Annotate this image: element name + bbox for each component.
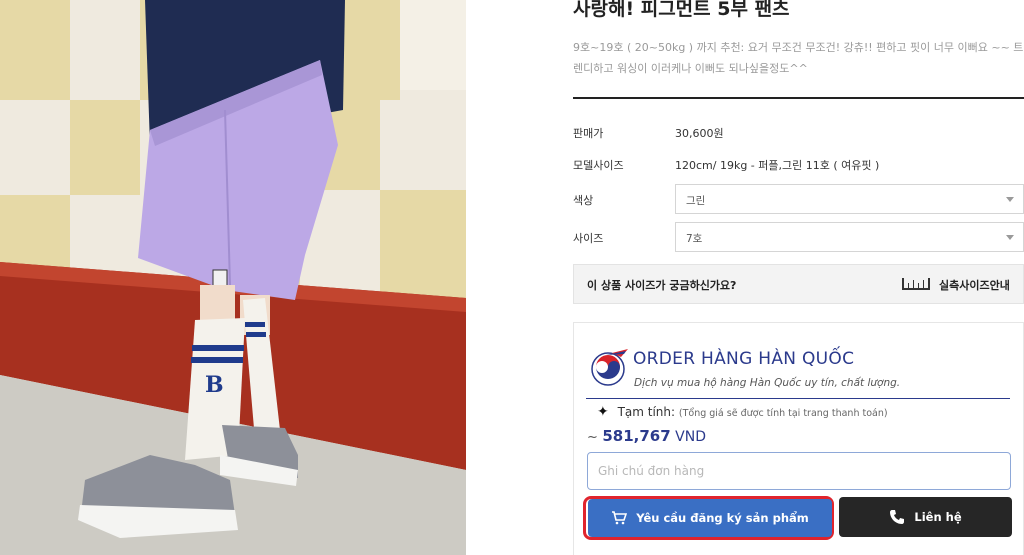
register-button-label: Yêu cầu đăng ký sản phẩm xyxy=(636,511,809,525)
size-label: 사이즈 xyxy=(573,232,604,245)
korea-order-logo xyxy=(591,349,628,386)
ruler-icon xyxy=(902,278,930,290)
contact-button[interactable]: Liên hệ xyxy=(839,497,1012,537)
chevron-down-icon xyxy=(1006,235,1014,240)
product-photo: B xyxy=(0,0,466,555)
chevron-down-icon xyxy=(1006,197,1014,202)
price-amount: 581,767 xyxy=(602,427,671,445)
size-guide-bar: 이 상품 사이즈가 궁금하신가요? 실측사이즈안내 xyxy=(573,264,1024,304)
order-subtitle: Dịch vụ mua hộ hàng Hàn Quốc uy tín, chấ… xyxy=(634,377,901,389)
price-prefix: ~ xyxy=(587,430,598,445)
price-currency: VND xyxy=(675,429,706,445)
product-detail-panel: 사랑해! 피그먼트 5부 팬츠 9호~19호 ( 20~50kg ) 까지 추천… xyxy=(573,0,1024,555)
order-note-input[interactable] xyxy=(587,452,1011,490)
register-product-button[interactable]: Yêu cầu đăng ký sản phẩm xyxy=(588,499,832,537)
estimate-row: ✦ Tạm tính: (Tổng giá sẽ được tính tại t… xyxy=(597,404,888,420)
order-divider xyxy=(586,398,1010,399)
order-widget: ORDER HÀNG HÀN QUỐC Dịch vụ mua hộ hàng … xyxy=(573,322,1024,555)
estimate-note: (Tổng giá sẽ được tính tại trang thanh t… xyxy=(678,408,888,419)
sparkle-icon: ✦ xyxy=(597,404,609,420)
price-value: 30,600원 xyxy=(675,127,724,140)
color-label: 색상 xyxy=(573,194,594,207)
size-select-value: 7호 xyxy=(686,233,703,245)
contact-button-label: Liên hệ xyxy=(914,510,962,524)
product-summary: 9호~19호 ( 20~50kg ) 까지 추천: 요거 무조건 무조건! 강츄… xyxy=(573,41,1024,75)
size-select[interactable]: 7호 xyxy=(675,222,1024,252)
estimate-label: Tạm tính: xyxy=(617,405,676,419)
divider xyxy=(573,97,1024,99)
product-title: 사랑해! 피그먼트 5부 팬츠 xyxy=(573,0,790,20)
color-select[interactable]: 그린 xyxy=(675,184,1024,214)
size-guide-question: 이 상품 사이즈가 궁금하신가요? xyxy=(587,279,737,292)
price-label: 판매가 xyxy=(573,127,604,140)
cart-icon xyxy=(612,511,628,525)
order-title: ORDER HÀNG HÀN QUỐC xyxy=(633,349,855,369)
color-select-value: 그린 xyxy=(686,195,706,207)
model-size-value: 120cm/ 19kg - 퍼플,그린 11호 ( 여유핏 ) xyxy=(675,159,880,172)
model-size-label: 모델사이즈 xyxy=(573,159,624,172)
size-guide-link[interactable]: 실측사이즈안내 xyxy=(939,277,1010,293)
estimated-price: ~ 581,767 VND xyxy=(587,427,706,445)
phone-icon xyxy=(890,510,905,524)
svg-text:B: B xyxy=(205,372,224,398)
